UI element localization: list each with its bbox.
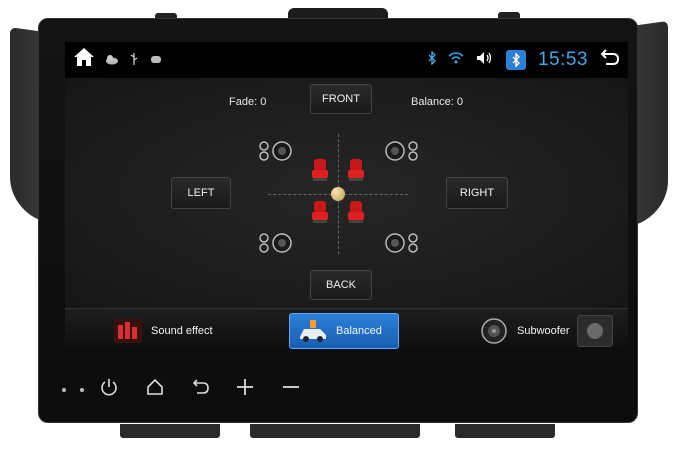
screen: 15:53 Fade: 0 Balance: 0 FRONT BACK LEFT…	[65, 42, 628, 352]
balance-value: 0	[456, 96, 463, 108]
device-clip	[455, 424, 555, 438]
bluetooth-app-icon[interactable]	[505, 50, 526, 70]
bluetooth-icon	[428, 49, 436, 70]
device-clip	[120, 424, 220, 438]
clock: 15:53	[537, 49, 588, 70]
indicator-dot	[80, 388, 84, 392]
right-button[interactable]: RIGHT	[446, 177, 508, 209]
bottom-tab-bar: Sound effect Balanced Subwoofer	[65, 308, 628, 352]
tab-label: Subwoofer	[517, 325, 570, 337]
fade-value: 0	[260, 96, 267, 108]
speaker-icon	[385, 233, 418, 253]
subwoofer-icon	[481, 318, 507, 344]
balance-handle[interactable]	[331, 187, 345, 201]
tab-sound-effect[interactable]: Sound effect	[113, 313, 213, 349]
balance-panel: Fade: 0 Balance: 0 FRONT BACK LEFT RIGHT	[65, 78, 628, 308]
car-balance-icon	[300, 320, 326, 342]
tab-label: Balanced	[336, 325, 382, 337]
android-icon	[149, 53, 163, 68]
tab-subwoofer[interactable]: Subwoofer	[479, 313, 570, 349]
power-icon[interactable]	[100, 378, 118, 401]
head-unit-device: 15:53 Fade: 0 Balance: 0 FRONT BACK LEFT…	[0, 0, 680, 454]
seat-icon	[312, 201, 328, 223]
speaker-icon	[385, 141, 418, 161]
volume-down-icon[interactable]	[282, 378, 300, 401]
indicator-dot	[62, 388, 66, 392]
seat-icon	[312, 159, 328, 181]
fade-readout: Fade: 0	[229, 96, 266, 108]
seat-icon	[348, 201, 364, 223]
usb-icon	[129, 52, 139, 69]
home-icon[interactable]	[146, 378, 164, 401]
device-clip	[250, 424, 420, 438]
weather-icon	[105, 53, 119, 68]
back-icon[interactable]	[600, 48, 620, 72]
volume-up-icon[interactable]	[236, 378, 254, 401]
seat-icon	[348, 159, 364, 181]
back-icon[interactable]	[192, 378, 210, 401]
speaker-icon	[259, 233, 292, 253]
balance-readout: Balance: 0	[411, 96, 463, 108]
equalizer-icon	[114, 319, 142, 343]
back-button[interactable]: BACK	[310, 270, 372, 300]
home-icon[interactable]	[73, 47, 95, 73]
tab-label: Sound effect	[151, 325, 213, 337]
left-button[interactable]: LEFT	[171, 177, 231, 209]
fade-label: Fade:	[229, 96, 258, 108]
tab-balanced[interactable]: Balanced	[289, 313, 399, 349]
volume-icon[interactable]	[476, 51, 494, 70]
balance-label: Balance:	[411, 96, 454, 108]
speaker-icon	[259, 141, 292, 161]
status-bar: 15:53	[65, 42, 628, 78]
front-button[interactable]: FRONT	[310, 84, 372, 114]
wifi-icon	[448, 51, 464, 69]
floating-assist-button[interactable]	[577, 315, 613, 347]
